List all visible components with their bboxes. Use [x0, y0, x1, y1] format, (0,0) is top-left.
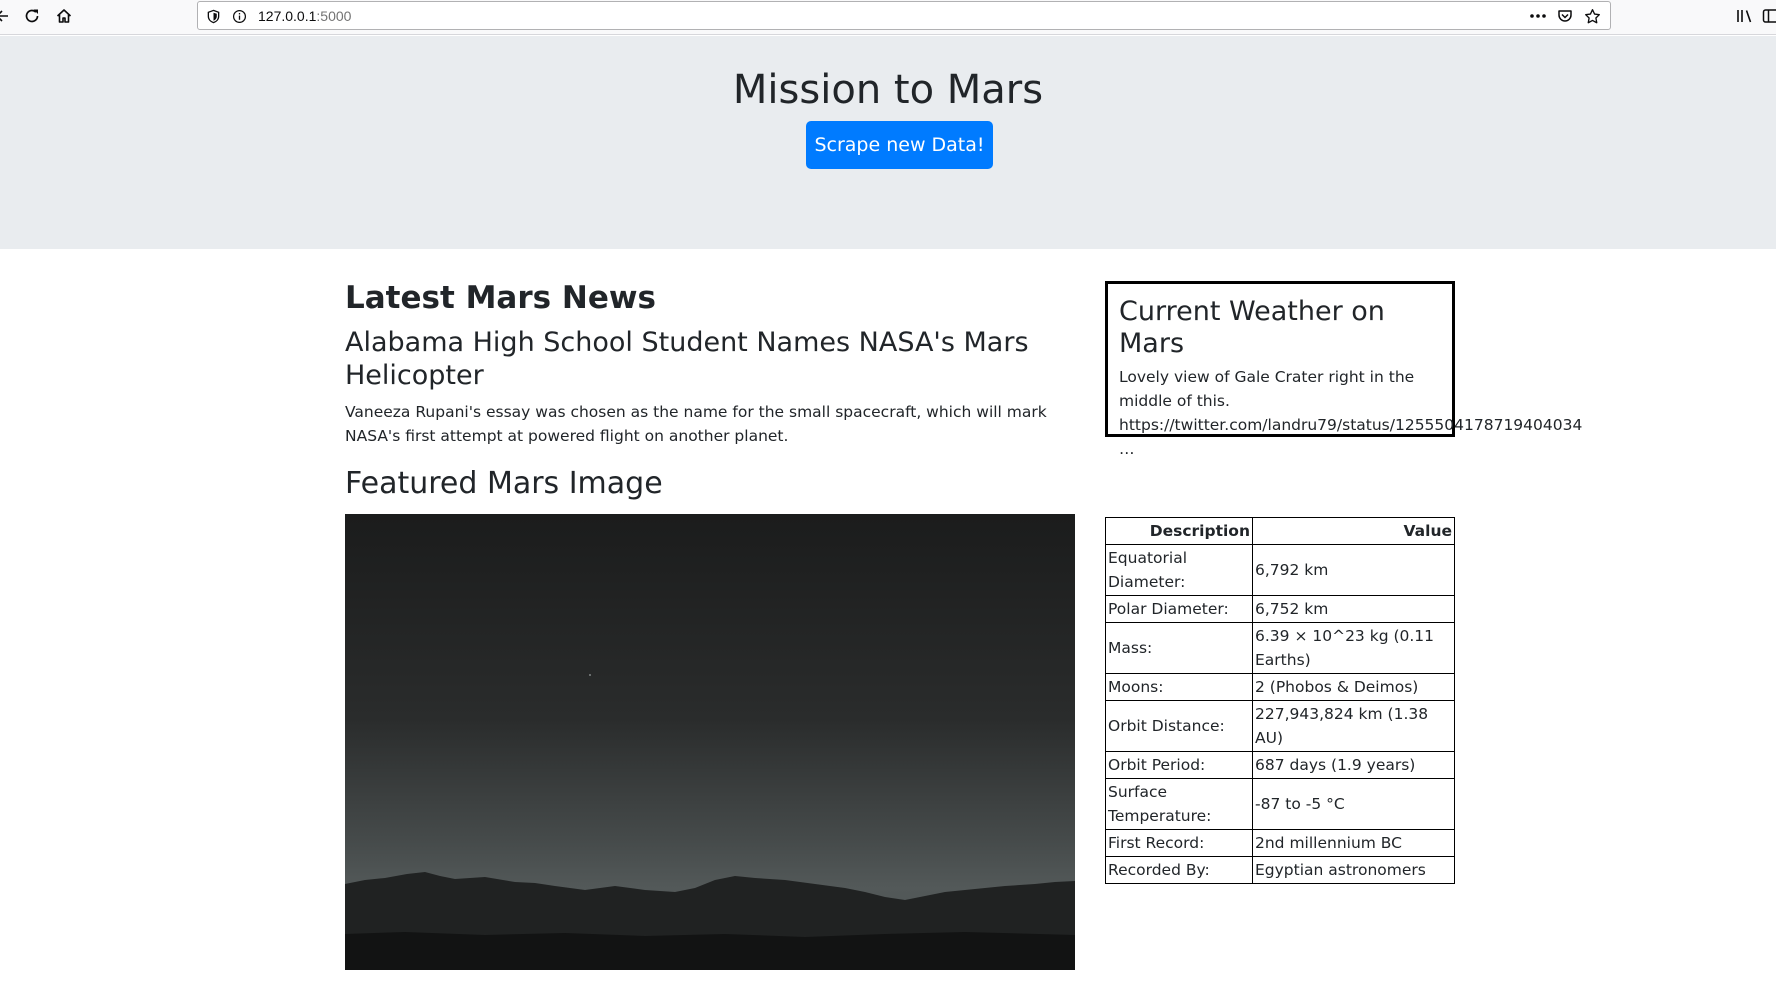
fact-value: 6.39 × 10^23 kg (0.11 Earths) [1252, 622, 1455, 674]
library-icon[interactable] [1734, 5, 1756, 27]
fact-value: Egyptian astronomers [1252, 856, 1455, 884]
mars-facts-table: Description Value Equatorial Diameter: 6… [1105, 517, 1455, 884]
news-teaser: Vaneeza Rupani's essay was chosen as the… [345, 403, 1047, 446]
news-section: Latest Mars News Alabama High School Stu… [345, 280, 1075, 448]
fact-value: -87 to -5 °C [1252, 778, 1455, 830]
table-row: Moons: 2 (Phobos & Deimos) [1105, 673, 1455, 701]
table-row: Orbit Distance: 227,943,824 km (1.38 AU) [1105, 700, 1455, 752]
fact-value: 687 days (1.9 years) [1252, 751, 1455, 779]
info-icon[interactable] [229, 6, 249, 26]
jumbotron-header: Mission to Mars Scrape new Data! [0, 36, 1776, 249]
scrape-new-data-button[interactable]: Scrape new Data! [806, 121, 993, 169]
featured-mars-image [345, 514, 1075, 970]
table-row: Orbit Period: 687 days (1.9 years) [1105, 751, 1455, 779]
weather-text: Lovely view of Gale Crater right in the … [1119, 367, 1583, 458]
news-title: Alabama High School Student Names NASA's… [345, 327, 1029, 392]
table-row: First Record: 2nd millennium BC [1105, 829, 1455, 857]
latest-news-heading: Latest Mars News [345, 280, 656, 316]
fact-value: 227,943,824 km (1.38 AU) [1252, 700, 1455, 752]
url-host: 127.0.0.1 [258, 8, 317, 24]
featured-image-heading: Featured Mars Image [345, 466, 663, 501]
table-row: Equatorial Diameter: 6,792 km [1105, 544, 1455, 596]
back-arrow-icon[interactable] [0, 5, 14, 27]
browser-toolbar: 127.0.0.1:5000 [0, 0, 1776, 35]
url-text[interactable]: 127.0.0.1:5000 [258, 8, 351, 24]
reload-icon[interactable] [21, 5, 43, 27]
fact-description: Moons: [1105, 673, 1253, 701]
table-row: Surface Temperature: -87 to -5 °C [1105, 778, 1455, 830]
table-row: Recorded By: Egyptian astronomers [1105, 856, 1455, 884]
more-icon[interactable] [1528, 6, 1548, 26]
fact-description: Orbit Distance: [1105, 700, 1253, 752]
table-row: Mass: 6.39 × 10^23 kg (0.11 Earths) [1105, 622, 1455, 674]
pocket-icon[interactable] [1555, 6, 1575, 26]
shield-icon[interactable] [203, 6, 223, 26]
weather-card: Current Weather on Mars Lovely view of G… [1105, 281, 1582, 458]
value-header: Value [1252, 517, 1455, 545]
bookmark-star-icon[interactable] [1582, 6, 1602, 26]
fact-description: Recorded By: [1105, 856, 1253, 884]
fact-value: 6,752 km [1252, 595, 1455, 623]
fact-description: Orbit Period: [1105, 751, 1253, 779]
fact-description: Surface Temperature: [1105, 778, 1253, 830]
page-title: Mission to Mars [732, 67, 1044, 113]
table-row: Polar Diameter: 6,752 km [1105, 595, 1455, 623]
weather-title: Current Weather on Mars [1119, 296, 1385, 360]
sidebar-icon[interactable] [1760, 5, 1776, 27]
home-icon[interactable] [53, 5, 75, 27]
fact-value: 2 (Phobos & Deimos) [1252, 673, 1455, 701]
fact-description: First Record: [1105, 829, 1253, 857]
fact-description: Polar Diameter: [1105, 595, 1253, 623]
fact-value: 6,792 km [1252, 544, 1455, 596]
url-port: :5000 [316, 8, 352, 24]
fact-description: Mass: [1105, 622, 1253, 674]
fact-value: 2nd millennium BC [1252, 829, 1455, 857]
fact-description: Equatorial Diameter: [1105, 544, 1253, 596]
url-bar[interactable]: 127.0.0.1:5000 [197, 1, 1611, 30]
description-header: Description [1105, 517, 1253, 545]
table-header-row: Description Value [1105, 517, 1455, 545]
